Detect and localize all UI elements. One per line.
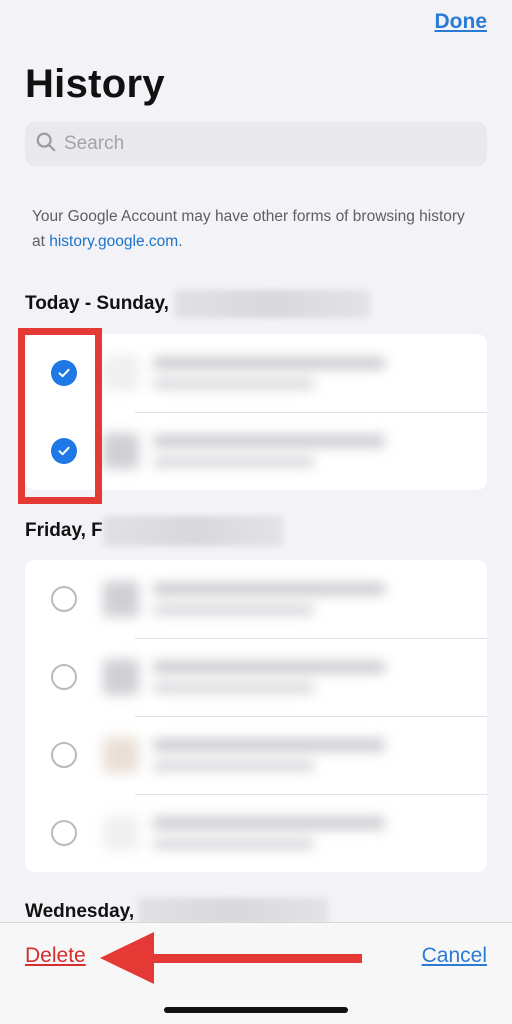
empty-circle-icon[interactable] (51, 586, 77, 612)
history-link[interactable]: history.google.com (49, 233, 178, 250)
redacted-entry (103, 344, 475, 402)
home-indicator (164, 1007, 348, 1013)
delete-button[interactable]: Delete (25, 944, 86, 968)
redacted-entry (103, 726, 475, 784)
section-header-today: Today - Sunday, (25, 290, 370, 318)
redacted-entry (103, 648, 475, 706)
section-label: Today - Sunday, (25, 293, 169, 314)
search-bar[interactable] (25, 122, 487, 166)
history-row[interactable] (25, 638, 487, 716)
history-row[interactable] (25, 560, 487, 638)
highlight-box (18, 328, 102, 504)
empty-circle-icon[interactable] (51, 820, 77, 846)
redacted-date (102, 516, 283, 546)
search-icon (35, 131, 57, 158)
cancel-button[interactable]: Cancel (422, 944, 487, 968)
section-header-friday: Friday, F (25, 516, 283, 546)
redacted-entry (103, 570, 475, 628)
page-title: History (25, 62, 165, 106)
done-button[interactable]: Done (435, 10, 488, 34)
redacted-entry (103, 804, 475, 862)
history-row[interactable] (25, 794, 487, 872)
history-list-friday (25, 560, 487, 872)
account-note-suffix: . (178, 233, 183, 250)
history-row[interactable] (25, 716, 487, 794)
redacted-date (174, 290, 370, 318)
section-label: Wednesday, (25, 901, 135, 922)
annotation-arrow (100, 932, 362, 984)
empty-circle-icon[interactable] (51, 742, 77, 768)
account-note: Your Google Account may have other forms… (32, 204, 472, 254)
section-label: Friday, F (25, 520, 103, 541)
search-input[interactable] (64, 133, 464, 155)
redacted-entry (103, 422, 475, 480)
empty-circle-icon[interactable] (51, 664, 77, 690)
